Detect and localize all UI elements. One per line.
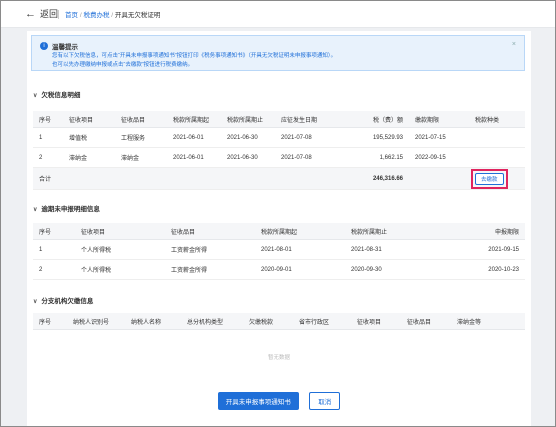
cell	[469, 127, 525, 148]
chevron-down-icon: ∨	[33, 207, 38, 213]
info-icon: i	[40, 42, 48, 50]
table-row: 2 滞纳金 滞纳金 2021-06-01 2021-06-30 2021-07-…	[33, 147, 525, 168]
col-header: 征收项目	[351, 313, 401, 330]
cell: 1,662.15	[333, 147, 409, 168]
cell: 2020-09-30	[345, 259, 435, 280]
cell: 工资薪金所得	[165, 239, 255, 260]
tip-line-1: 您有以下欠税信息，可点击“开具未申报事项通知书”按钮打印《税务事项通知书》（开具…	[52, 53, 337, 59]
cell: 2022-09-15	[409, 147, 469, 168]
cell	[409, 167, 469, 190]
col-header: 纳税人名称	[125, 313, 181, 330]
col-header: 税款所属期止	[345, 223, 435, 240]
cell: 2	[33, 259, 75, 280]
overdue-table: 序号 征收项目 征收品目 税款所属期起 税款所属期止 申报期限 1 个人所得税 …	[33, 223, 525, 280]
main-card: i 温馨提示 您有以下欠税信息，可点击“开具未申报事项通知书”按钮打印《税务事项…	[27, 31, 531, 426]
chevron-down-icon: ∨	[33, 299, 38, 305]
cell: 2021-09-15	[435, 239, 525, 260]
cell	[469, 147, 525, 168]
cell: 滞纳金	[63, 147, 115, 168]
table-row: 1 个人所得税 工资薪金所得 2021-08-01 2021-08-31 202…	[33, 239, 525, 260]
col-header: 欠缴税款	[243, 313, 293, 330]
branch-table: 序号 纳税人识别号 纳税人名称 总分机构类型 欠缴税款 省市行政区 征收项目 征…	[33, 313, 525, 330]
col-header: 征收品目	[115, 111, 167, 128]
cell: 2021-08-31	[345, 239, 435, 260]
col-header: 序号	[33, 223, 75, 240]
pay-button[interactable]: 去缴款	[475, 172, 504, 185]
cancel-button[interactable]: 取消	[309, 392, 341, 410]
chevron-down-icon: ∨	[33, 93, 38, 99]
table-row: 1 增值税 工程服务 2021-06-01 2021-06-30 2021-07…	[33, 127, 525, 148]
col-header: 总分机构类型	[181, 313, 243, 330]
cell: 工程服务	[115, 127, 167, 148]
breadcrumb-current: 开具无欠税证明	[114, 12, 161, 19]
cell: 2021-06-01	[167, 127, 221, 148]
col-header: 税款所属期止	[221, 111, 275, 128]
col-header: 税款种类	[469, 111, 525, 128]
highlight-box: 去缴款	[471, 168, 508, 189]
col-header: 纳税人识别号	[67, 313, 125, 330]
cell: 去缴款	[469, 167, 525, 190]
col-header: 税（费）额	[333, 111, 409, 128]
tip-banner: i 温馨提示 您有以下欠税信息，可点击“开具未申报事项通知书”按钮打印《税务事项…	[31, 35, 525, 71]
cell: 滞纳金	[115, 147, 167, 168]
tip-title: 温馨提示	[52, 44, 78, 51]
breadcrumb-tax[interactable]: 税费办税	[83, 12, 109, 19]
breadcrumb-home[interactable]: 首页	[65, 12, 78, 19]
cell: 增值税	[63, 127, 115, 148]
cell: 2021-07-08	[275, 127, 333, 148]
total-value: 246,316.66	[333, 167, 409, 190]
divider	[58, 10, 59, 19]
col-header: 征收项目	[75, 223, 165, 240]
col-header: 缴款期限	[409, 111, 469, 128]
issue-notice-button[interactable]: 开具未申报事项通知书	[217, 392, 299, 410]
col-header: 序号	[33, 313, 67, 330]
table-header-row: 序号 征收项目 征收品目 税款所属期起 税款所属期止 应征发生日期 税（费）额 …	[33, 111, 525, 128]
cell: 1	[33, 239, 75, 260]
cell: 2020-09-01	[255, 259, 345, 280]
cell: 2021-07-15	[409, 127, 469, 148]
col-header: 征收品目	[401, 313, 451, 330]
cell: 1	[33, 127, 63, 148]
tip-line-2: 也可以先办理缴纳申报或点击“去缴款”按钮进行税费缴纳。	[52, 62, 194, 68]
col-header: 滞纳金等	[451, 313, 525, 330]
cell: 2021-06-30	[221, 127, 275, 148]
branch-section-title[interactable]: ∨ 分支机构欠缴信息	[33, 295, 93, 305]
col-header: 序号	[33, 111, 63, 128]
app-frame: ← 返回 首页 / 税费办税 / 开具无欠税证明 i 温馨提示 您有以下欠税信息…	[0, 0, 556, 427]
cell: 2021-06-30	[221, 147, 275, 168]
overdue-section-title[interactable]: ∨ 逾期未申报明细信息	[33, 203, 100, 213]
breadcrumb: 首页 / 税费办税 / 开具无欠税证明	[65, 9, 160, 19]
col-header: 省市行政区	[293, 313, 351, 330]
col-header: 税款所属期起	[255, 223, 345, 240]
total-row: 合计 246,316.66 去缴款	[33, 167, 525, 190]
col-header: 征收品目	[165, 223, 255, 240]
arrears-section-title[interactable]: ∨ 欠税信息明细	[33, 89, 80, 99]
empty-state: 暂无数据	[267, 355, 290, 361]
total-label: 合计	[33, 167, 333, 190]
cell: 2020-10-23	[435, 259, 525, 280]
top-bar: ← 返回 首页 / 税费办税 / 开具无欠税证明	[1, 1, 555, 28]
back-button[interactable]: ← 返回	[25, 7, 58, 20]
cell: 个人所得税	[75, 259, 165, 280]
action-bar: 开具未申报事项通知书 取消	[27, 391, 531, 410]
back-label: 返回	[40, 9, 59, 19]
cell: 工资薪金所得	[165, 259, 255, 280]
cell: 2021-07-08	[275, 147, 333, 168]
cell: 2021-06-01	[167, 147, 221, 168]
col-header: 税款所属期起	[167, 111, 221, 128]
col-header: 应征发生日期	[275, 111, 333, 128]
table-header-row: 序号 纳税人识别号 纳税人名称 总分机构类型 欠缴税款 省市行政区 征收项目 征…	[33, 313, 525, 330]
cell: 195,529.93	[333, 127, 409, 148]
table-row: 2 个人所得税 工资薪金所得 2020-09-01 2020-09-30 202…	[33, 259, 525, 280]
cell: 2	[33, 147, 63, 168]
table-header-row: 序号 征收项目 征收品目 税款所属期起 税款所属期止 申报期限	[33, 223, 525, 240]
col-header: 申报期限	[435, 223, 525, 240]
arrow-left-icon: ←	[25, 7, 36, 20]
arrears-table: 序号 征收项目 征收品目 税款所属期起 税款所属期止 应征发生日期 税（费）额 …	[33, 111, 525, 190]
col-header: 征收项目	[63, 111, 115, 128]
cell: 个人所得税	[75, 239, 165, 260]
cell: 2021-08-01	[255, 239, 345, 260]
close-icon[interactable]: ×	[512, 41, 516, 48]
